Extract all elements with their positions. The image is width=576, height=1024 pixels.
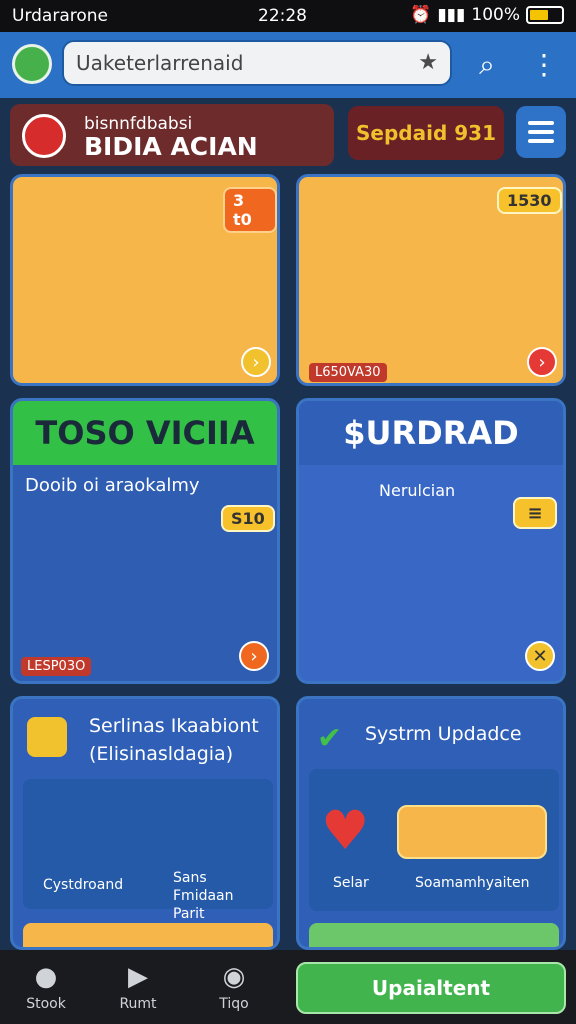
update-button[interactable]: Upaialtent (296, 962, 566, 1014)
cat-icon: ◉ (222, 962, 246, 992)
more-vert-icon: ⋮ (530, 47, 558, 81)
store-card-2[interactable]: 1530 L650VA30 › (296, 174, 566, 386)
battery-icon (526, 6, 564, 24)
battery-text: 100% (471, 5, 520, 25)
shop-icon: ● (34, 962, 58, 992)
price-badge: S10 (221, 505, 275, 532)
item-label[interactable]: Cystdroand (43, 877, 123, 893)
section-title: Systrm Updadce (365, 723, 522, 745)
update-section: ✔ Systrm Updadce ♥ Selar Soamamhyaiten (296, 696, 566, 950)
card-title: $URDRAD (299, 401, 563, 465)
card-chip: LESP03O (21, 657, 92, 676)
brand-icon (22, 114, 66, 158)
section-title: Serlinas Ikaabiont (89, 715, 259, 737)
status-icons: ⏰ ▮▮▮ 100% (410, 5, 564, 25)
brand-line1: bisnnfdbabsi (84, 114, 193, 134)
more-button[interactable]: ⋮ (530, 44, 558, 84)
card-title: TOSO VICIIA (13, 401, 277, 465)
store-card-4[interactable]: $URDRAD Nerulcian ≡ ✕ (296, 398, 566, 684)
arrow-right-icon[interactable]: › (239, 641, 269, 671)
price-badge: 3 t0 (223, 187, 277, 233)
nav-label: Tiqo (219, 996, 249, 1012)
store-card-1[interactable]: 3 t0 › (10, 174, 280, 386)
nav-label: Stook (26, 996, 66, 1012)
section-tile (309, 923, 559, 947)
play-icon: ▶ (128, 962, 148, 992)
status-bar: Urdararone 22:28 ⏰ ▮▮▮ 100% (0, 0, 576, 32)
arrow-right-icon[interactable]: › (527, 347, 557, 377)
signal-icon: ▮▮▮ (437, 5, 466, 25)
calendar-icon (27, 717, 67, 757)
checkmark-icon: ✔ (317, 721, 343, 756)
coin-icon[interactable]: › (241, 347, 271, 377)
url-text: Uaketerlarrenaid (76, 51, 244, 75)
hamburger-menu-icon (528, 121, 554, 125)
heart-icon: ♥ (321, 799, 370, 862)
nav-item-tiqo[interactable]: ◉ Tiqo (204, 962, 264, 1016)
item-label[interactable]: Selar (333, 875, 369, 891)
service-section: Serlinas Ikaabiont (Elisinasldagia) Cyst… (10, 696, 280, 950)
store-card-3[interactable]: TOSO VICIIA Dooib oi araokalmy S10 LESP0… (10, 398, 280, 684)
app-logo[interactable] (12, 44, 52, 84)
clock: 22:28 (258, 6, 307, 26)
section-tile (23, 923, 273, 947)
card-subtitle: Nerulcian (379, 481, 456, 500)
card-subtitle: Dooib oi araokalmy (25, 475, 200, 496)
nav-item-stook[interactable]: ● Stook (16, 962, 76, 1016)
section-subtitle: (Elisinasldagia) (89, 743, 234, 765)
brand-banner: bisnnfdbabsi BIDIA ACIAN (10, 104, 334, 166)
chat-icon[interactable]: ≡ (513, 497, 557, 529)
menu-button[interactable] (516, 106, 566, 158)
nav-item-rumt[interactable]: ▶ Rumt (108, 962, 168, 1016)
nav-label: Rumt (119, 996, 157, 1012)
url-field[interactable]: Uaketerlarrenaid ★ (62, 40, 452, 86)
brand-line2: BIDIA ACIAN (84, 132, 258, 161)
cart-banner[interactable] (397, 805, 547, 859)
update-label: Upaialtent (371, 976, 491, 1000)
card-chip: L650VA30 (309, 363, 387, 382)
battery-fill (530, 10, 548, 20)
close-icon[interactable]: ✕ (525, 641, 555, 671)
item-label[interactable]: Soamamhyaiten (415, 875, 530, 891)
carrier-text: Urdararone (12, 6, 108, 26)
search-icon: ⌕ (479, 48, 495, 81)
star-icon[interactable]: ★ (418, 50, 438, 75)
search-button[interactable]: ⌕ (470, 48, 504, 82)
price-badge: 1530 (497, 187, 562, 214)
promo-badge[interactable]: Sepdaid 931 (348, 106, 504, 160)
alarm-icon: ⏰ (410, 5, 432, 25)
